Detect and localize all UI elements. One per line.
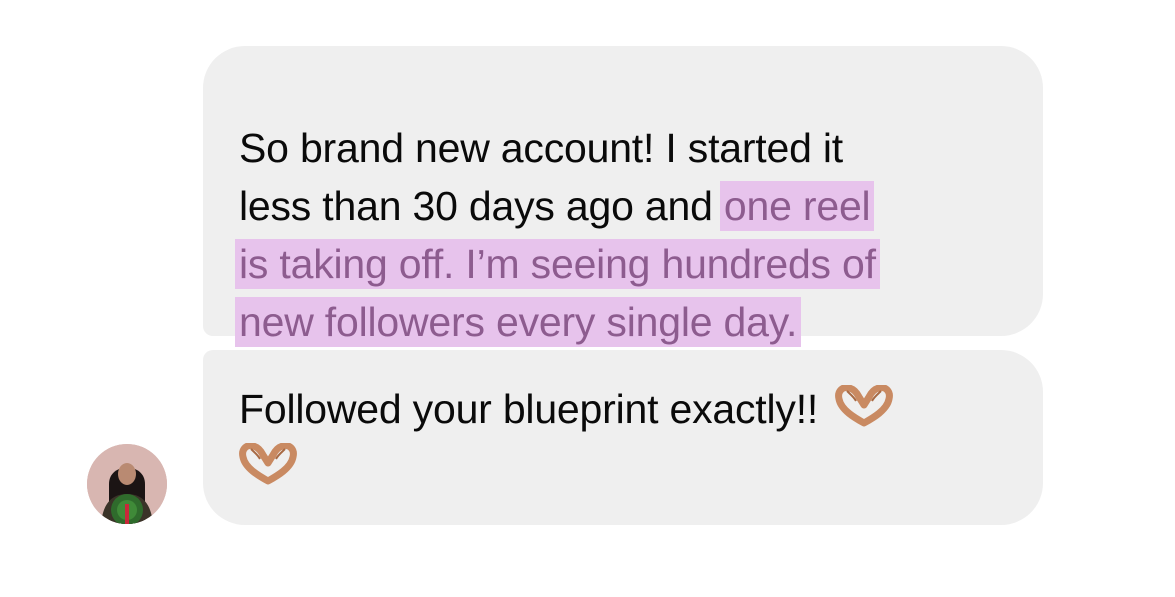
avatar[interactable]	[87, 444, 167, 524]
highlighted-text: one reel	[719, 181, 875, 231]
message-line-2	[239, 438, 1003, 496]
message-bubble-2[interactable]: Followed your blueprint exactly!!	[203, 350, 1043, 525]
message-text: So brand new account! I started it	[239, 125, 843, 171]
message-thread: So brand new account! I started it less …	[0, 0, 1175, 597]
message-bubble-1[interactable]: So brand new account! I started it less …	[203, 46, 1043, 347]
message-line-1: So brand new account! I started it	[239, 119, 1003, 177]
message-line-2: less than 30 days ago and one reel	[239, 177, 1003, 235]
avatar-image	[87, 444, 167, 524]
message-text: Followed your blueprint exactly!!	[239, 386, 819, 432]
highlighted-text: new followers every single day.	[235, 297, 802, 347]
highlighted-text: is taking off. I’m seeing hundreds of	[235, 239, 880, 289]
message-text: less than 30 days ago and	[239, 183, 724, 229]
heart-hands-icon	[835, 385, 894, 427]
message-line-4: new followers every single day.	[235, 293, 1003, 351]
message-line-1: Followed your blueprint exactly!!	[239, 380, 1003, 438]
message-line-3: is taking off. I’m seeing hundreds of	[235, 235, 1003, 293]
heart-hands-icon	[239, 443, 297, 485]
